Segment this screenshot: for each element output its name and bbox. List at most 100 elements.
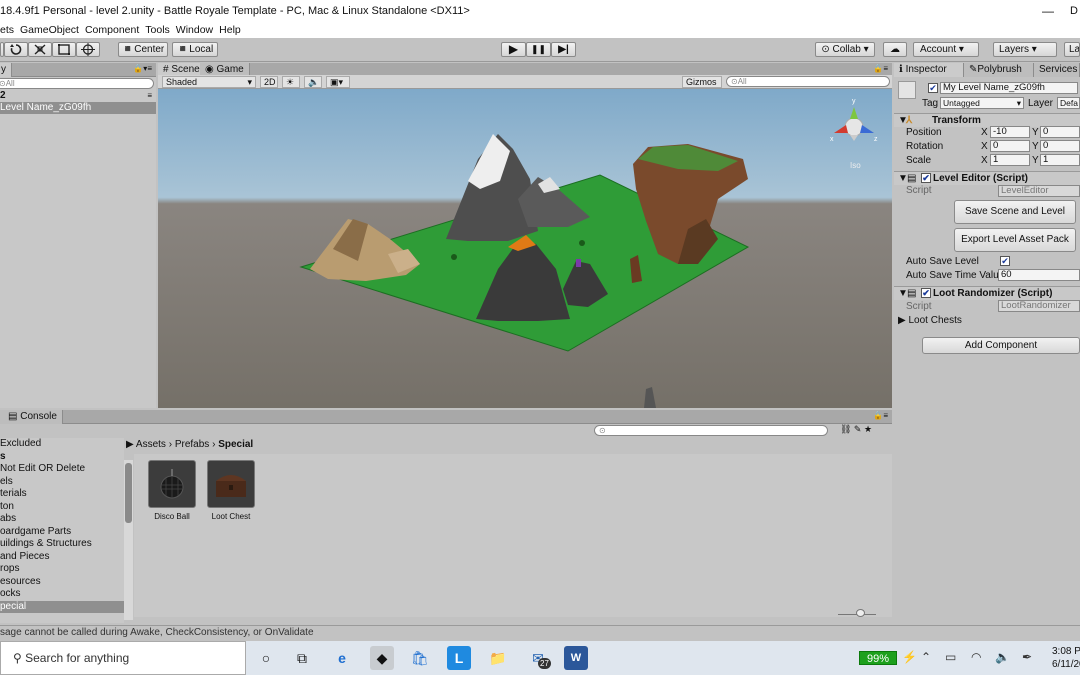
scene-lock-icon[interactable]: 🔒≡ — [873, 64, 888, 73]
tree-item[interactable]: s — [0, 451, 124, 464]
layers-dropdown[interactable]: Layers ▾ — [993, 42, 1057, 57]
lighting-icon[interactable]: ☀ — [282, 76, 300, 88]
transform-tool-icon[interactable] — [76, 42, 100, 57]
project-search-input[interactable]: ⊙ — [594, 425, 828, 436]
tree-item[interactable]: ton — [0, 501, 124, 514]
app-l-icon[interactable]: L — [447, 646, 471, 670]
tree-item[interactable]: ocks — [0, 588, 124, 601]
pen-icon[interactable]: ✒ — [1022, 650, 1032, 664]
cloud-icon[interactable]: ☁ — [883, 42, 907, 57]
project-lock-icon[interactable]: 🔒≡ — [873, 411, 888, 420]
breadcrumb-assets[interactable]: Assets — [136, 439, 166, 450]
menu-tools[interactable]: Tools — [145, 24, 170, 36]
tree-item[interactable]: Not Edit OR Delete — [0, 463, 124, 476]
battery-icon[interactable]: ▭ — [945, 650, 956, 664]
power-plug-icon[interactable]: ⚡ — [902, 650, 917, 664]
tab-hierarchy[interactable]: y — [0, 63, 12, 77]
scale-x-field[interactable]: 1 — [990, 154, 1030, 166]
save-scene-and-level-button[interactable]: Save Scene and Level — [954, 200, 1076, 224]
tree-scrollbar-thumb[interactable] — [125, 463, 132, 523]
tag-dropdown[interactable]: Untagged ▾ — [940, 97, 1024, 109]
store-icon[interactable]: 🛍 — [408, 646, 432, 670]
task-view-icon[interactable]: ⧉ — [290, 646, 314, 670]
wifi-icon[interactable]: ◠ — [971, 650, 981, 664]
lock-icon[interactable]: 🔒▾≡ — [133, 64, 152, 73]
object-name-field[interactable]: My Level Name_zG09fh — [940, 82, 1078, 94]
menu-assets[interactable]: ets — [0, 24, 14, 36]
menu-component[interactable]: Component — [85, 24, 139, 36]
filter-icons[interactable]: ⛓ ✎ ★ — [840, 424, 872, 435]
breadcrumb-prefabs[interactable]: Prefabs — [175, 439, 209, 450]
position-y-field[interactable]: 0 — [1040, 126, 1080, 138]
active-checkbox[interactable]: ✔ — [928, 83, 938, 93]
clock[interactable]: 3:08 P 6/11/20 — [1052, 645, 1080, 671]
rect-tool-icon[interactable] — [52, 42, 76, 57]
tree-item-selected[interactable]: pecial — [0, 600, 124, 613]
loot-randomizer-enabled-checkbox[interactable]: ✔ — [921, 288, 931, 298]
window-right-control[interactable]: D — [1070, 0, 1078, 22]
chevron-up-icon[interactable]: ⌃ — [921, 650, 931, 664]
level-editor-header[interactable]: ▼ ▤ ✔ Level Editor (Script) — [894, 171, 1080, 185]
menu-help[interactable]: Help — [219, 24, 241, 36]
account-dropdown[interactable]: Account ▾ — [913, 42, 979, 57]
breadcrumb-special[interactable]: Special — [218, 439, 253, 450]
file-explorer-icon[interactable]: 📁 — [486, 646, 510, 670]
menu-window[interactable]: Window — [176, 24, 213, 36]
tree-item[interactable]: abs — [0, 513, 124, 526]
scene-menu-icon[interactable]: ≡ — [147, 90, 152, 102]
layer-dropdown[interactable]: Defa — [1057, 97, 1080, 109]
mode-2d-toggle[interactable]: 2D — [260, 76, 278, 88]
word-icon[interactable]: W — [564, 646, 588, 670]
asset-loot-chest[interactable]: Loot Chest — [207, 460, 255, 521]
loot-randomizer-header[interactable]: ▼ ▤ ✔ Loot Randomizer (Script) — [894, 286, 1080, 300]
rotate-tool-icon[interactable] — [4, 42, 28, 57]
volume-icon[interactable]: 🔈 — [995, 650, 1010, 664]
pivot-local-button[interactable]: ◾Local — [172, 42, 218, 57]
edge-icon[interactable]: e — [330, 646, 354, 670]
mail-icon[interactable]: ✉ 27 — [526, 646, 551, 670]
tree-item[interactable]: els — [0, 476, 124, 489]
scene-viewport[interactable]: y x z Iso — [158, 89, 892, 408]
scale-tool-icon[interactable] — [28, 42, 52, 57]
tab-polybrush[interactable]: ✎Polybrush — [964, 63, 1034, 77]
auto-save-level-checkbox[interactable]: ✔ — [1000, 256, 1010, 266]
status-bar[interactable]: sage cannot be called during Awake, Chec… — [0, 625, 1080, 641]
tree-item[interactable]: and Pieces — [0, 551, 124, 564]
tree-item[interactable]: rops — [0, 563, 124, 576]
position-x-field[interactable]: -10 — [990, 126, 1030, 138]
effects-icon[interactable]: ▣▾ — [326, 76, 350, 88]
tree-item[interactable]: esources — [0, 576, 124, 589]
loot-chests-foldout[interactable]: ▶ Loot Chests — [894, 314, 1080, 327]
minimize-button[interactable]: — — [1042, 0, 1054, 22]
hierarchy-item-level[interactable]: Level Name_zG09fh — [0, 102, 156, 114]
menu-gameobject[interactable]: GameObject — [20, 24, 79, 36]
unity-icon[interactable]: ◆ — [370, 646, 394, 670]
gizmos-dropdown[interactable]: Gizmos ▾ — [682, 76, 722, 97]
step-button[interactable]: ▶| — [551, 42, 576, 57]
tab-console[interactable]: ▤ Console — [0, 410, 63, 424]
rotation-y-field[interactable]: 0 — [1040, 140, 1080, 152]
pivot-center-button[interactable]: ◾Center — [118, 42, 168, 57]
tree-item[interactable]: Excluded — [0, 438, 124, 451]
hierarchy-search-input[interactable]: ⊙All — [0, 78, 154, 89]
tab-inspector[interactable]: ℹ Inspector — [894, 63, 964, 77]
hierarchy-scene-row[interactable]: 2 ≡ — [0, 90, 156, 102]
audio-icon[interactable]: 🔈 — [304, 76, 322, 88]
cortana-icon[interactable]: ○ — [254, 646, 278, 670]
transform-header[interactable]: ▼ ⅄ Transform — [894, 113, 1080, 127]
projection-label[interactable]: Iso — [850, 161, 861, 170]
tree-item[interactable]: terials — [0, 488, 124, 501]
thumbnail-size-slider[interactable] — [838, 609, 876, 617]
orientation-gizmo-icon[interactable]: y x z — [824, 93, 884, 153]
taskbar-search-input[interactable]: ⚲ Search for anything — [0, 641, 246, 675]
tab-services[interactable]: Services — [1034, 63, 1080, 77]
auto-save-time-field[interactable]: 60 — [998, 269, 1080, 281]
scene-search-input[interactable]: ⊙All — [726, 76, 890, 87]
shading-dropdown[interactable]: Shaded ▾ — [162, 76, 256, 88]
play-button[interactable]: ▶ — [501, 42, 526, 57]
add-component-button[interactable]: Add Component — [922, 337, 1080, 354]
tree-item[interactable]: oardgame Parts — [0, 526, 124, 539]
layout-dropdown[interactable]: La — [1064, 42, 1080, 57]
slider-thumb[interactable] — [856, 609, 865, 617]
export-level-asset-pack-button[interactable]: Export Level Asset Pack — [954, 228, 1076, 252]
